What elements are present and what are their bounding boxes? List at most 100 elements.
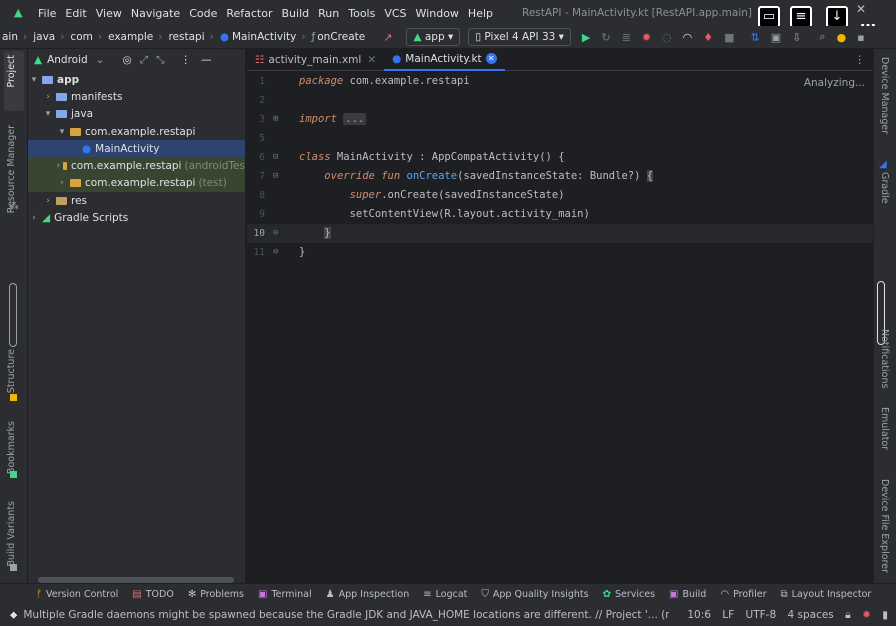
- collapse-all-icon[interactable]: ⤡: [156, 54, 164, 67]
- status-chevron-icon[interactable]: ⬥: [10, 609, 17, 622]
- menu-lines-icon[interactable]: ≡: [790, 6, 812, 28]
- tab-activity-main-xml[interactable]: ☷ activity_main.xml ✕: [247, 49, 384, 71]
- menu-edit[interactable]: Edit: [65, 7, 86, 20]
- menu-vcs[interactable]: VCS: [384, 7, 406, 20]
- tab-gradle[interactable]: Gradle: [879, 172, 890, 204]
- coverage-icon[interactable]: ◌: [662, 31, 672, 44]
- locate-icon[interactable]: ◎: [123, 54, 132, 66]
- sdk-manager-icon[interactable]: ⇩: [792, 31, 801, 44]
- tool-build[interactable]: ▣ Build: [669, 589, 706, 600]
- tool-version-control[interactable]: ᚠ Version Control: [36, 589, 118, 600]
- tool-profiler[interactable]: ◠ Profiler: [720, 589, 766, 600]
- chevron-right-icon[interactable]: ›: [56, 178, 68, 188]
- tree-item[interactable]: › manifests: [28, 88, 245, 105]
- profiler-icon[interactable]: ◠: [683, 31, 693, 44]
- tree-item[interactable]: › com.example.restapi (test): [28, 174, 245, 193]
- code-line[interactable]: 8 super.onCreate(savedInstanceState): [247, 186, 873, 205]
- memory-icon[interactable]: ▮: [882, 609, 888, 621]
- breadcrumb-item[interactable]: onCreate: [317, 31, 365, 43]
- code-line[interactable]: 6 ⊟ class MainActivity : AppCompatActivit…: [247, 148, 873, 167]
- breadcrumb-item[interactable]: ain: [2, 31, 18, 43]
- chevron-right-icon[interactable]: ›: [56, 161, 61, 171]
- breadcrumb-item[interactable]: MainActivity: [232, 31, 296, 43]
- device-select[interactable]: ▯ Pixel 4 API 33 ▾: [468, 28, 571, 46]
- tree-item[interactable]: ▾ java: [28, 106, 245, 123]
- account-icon[interactable]: ●: [837, 31, 847, 44]
- tab-project[interactable]: Project: [6, 55, 17, 88]
- more-tabs-icon[interactable]: ⋮: [855, 54, 866, 66]
- breadcrumb-item[interactable]: com: [70, 31, 92, 43]
- stop-icon[interactable]: ■: [724, 31, 734, 44]
- fold-icon[interactable]: ⊖: [265, 228, 299, 238]
- code-editor[interactable]: Analyzing... 1 package com.example.resta…: [247, 71, 873, 583]
- run-icon[interactable]: ▶: [582, 31, 590, 44]
- chevron-down-icon[interactable]: ▾: [42, 109, 54, 119]
- tree-item[interactable]: ▾ com.example.restapi: [28, 123, 245, 140]
- tool-app-quality-insights[interactable]: ⛉ App Quality Insights: [481, 589, 588, 600]
- vertical-scrollbar[interactable]: [865, 71, 871, 583]
- code-line[interactable]: 7 ⊟ override fun onCreate(savedInstanceSt…: [247, 167, 873, 186]
- gradle-sync-icon[interactable]: ⇅: [751, 31, 760, 44]
- menu-help[interactable]: Help: [468, 7, 493, 20]
- tab-device-manager[interactable]: Device Manager: [879, 57, 890, 134]
- hammer-icon[interactable]: ↗: [383, 31, 392, 44]
- fold-icon[interactable]: ⊞: [265, 114, 299, 124]
- code-line[interactable]: 11 ⊖ }: [247, 243, 873, 262]
- code-line[interactable]: 3 ⊞ import ...: [247, 110, 873, 129]
- status-message[interactable]: Multiple Gradle daemons might be spawned…: [23, 609, 669, 621]
- line-separator[interactable]: LF: [722, 609, 734, 621]
- search-icon[interactable]: ⌕: [819, 30, 825, 44]
- menu-tools[interactable]: Tools: [348, 7, 375, 20]
- code-line[interactable]: 2: [247, 91, 873, 110]
- tool-app-inspection[interactable]: ♟ App Inspection: [326, 589, 410, 600]
- menu-navigate[interactable]: Navigate: [131, 7, 180, 20]
- menu-window[interactable]: Window: [416, 7, 459, 20]
- tree-item[interactable]: › ◢ Gradle Scripts: [28, 209, 245, 226]
- lock-icon[interactable]: 🔒︎: [845, 609, 851, 621]
- tree-item[interactable]: › res: [28, 192, 245, 209]
- close-icon[interactable]: ✕: [485, 53, 497, 64]
- chat-icon[interactable]: ▭: [758, 6, 780, 28]
- code-line[interactable]: 5: [247, 129, 873, 148]
- tool-terminal[interactable]: ▣ Terminal: [258, 589, 312, 600]
- breadcrumb-item[interactable]: restapi: [168, 31, 204, 43]
- tab-emulator[interactable]: Emulator: [879, 407, 890, 450]
- debug-icon[interactable]: ✹: [642, 31, 651, 44]
- attach-debugger-icon[interactable]: ♦: [703, 31, 713, 44]
- run-config-select[interactable]: ▲ app ▾: [406, 28, 461, 46]
- apply-code-icon[interactable]: ≣: [622, 31, 631, 44]
- breadcrumb-item[interactable]: java: [33, 31, 55, 43]
- tool-logcat[interactable]: ≡ Logcat: [423, 589, 467, 600]
- code-line-current[interactable]: 10 ⊖ }: [247, 224, 873, 243]
- chevron-right-icon[interactable]: ›: [42, 92, 54, 102]
- options-icon[interactable]: ⋮: [180, 54, 191, 66]
- download-icon[interactable]: ↓: [826, 6, 848, 28]
- caret-position[interactable]: 10:6: [687, 609, 711, 621]
- menu-code[interactable]: Code: [189, 7, 217, 20]
- tab-resource-manager[interactable]: Resource Manager: [6, 125, 17, 213]
- tab-main-activity-kt[interactable]: ● MainActivity.kt ✕: [384, 49, 505, 71]
- menu-view[interactable]: View: [96, 7, 122, 20]
- code-line[interactable]: 1 package com.example.restapi: [247, 72, 873, 91]
- chevron-right-icon[interactable]: ›: [42, 196, 54, 206]
- tool-problems[interactable]: ✻ Problems: [188, 589, 244, 600]
- fold-icon[interactable]: ⊟: [265, 152, 299, 162]
- chevron-down-icon[interactable]: ⌄: [96, 54, 105, 66]
- fold-icon[interactable]: ⊟: [265, 171, 299, 181]
- chevron-right-icon[interactable]: ›: [28, 213, 40, 223]
- tab-device-file-explorer[interactable]: Device File Explorer: [879, 479, 890, 573]
- error-icon[interactable]: ✹: [862, 609, 871, 621]
- chevron-down-icon[interactable]: ▾: [28, 75, 40, 85]
- tree-item[interactable]: › com.example.restapi (androidTes: [28, 157, 245, 175]
- settings-icon[interactable]: ▪: [857, 31, 864, 44]
- folded-imports[interactable]: ...: [343, 113, 367, 126]
- tool-layout-inspector[interactable]: ⧉ Layout Inspector: [781, 589, 872, 600]
- tab-bookmarks[interactable]: Bookmarks: [6, 421, 17, 474]
- tab-notifications[interactable]: Notifications: [879, 329, 890, 388]
- close-icon[interactable]: ✕: [367, 54, 376, 66]
- expand-all-icon[interactable]: ⤢: [140, 54, 148, 67]
- tab-structure[interactable]: Structure: [6, 349, 17, 393]
- menu-run[interactable]: Run: [318, 7, 339, 20]
- fold-icon[interactable]: ⊖: [265, 247, 299, 257]
- tree-item[interactable]: ▾ app: [28, 71, 245, 88]
